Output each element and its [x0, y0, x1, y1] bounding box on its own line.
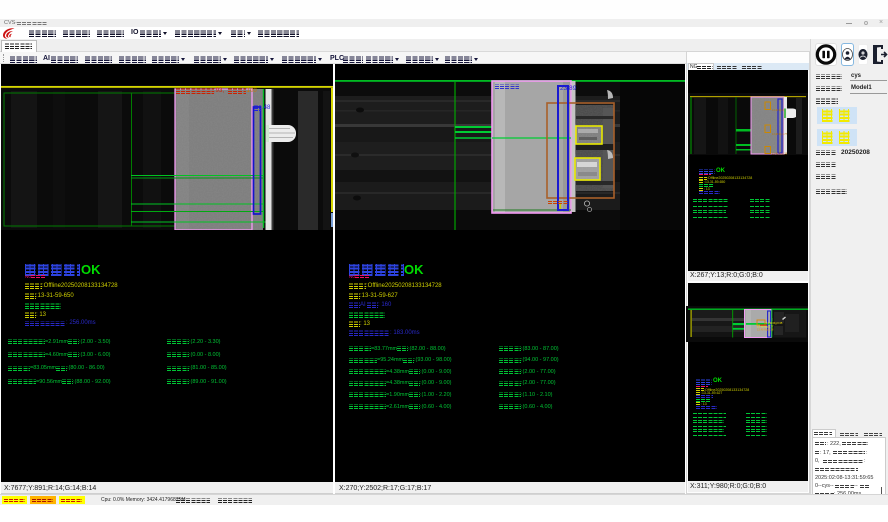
svg-text:13.40 Rg:0.38: 13.40 Rg:0.38: [772, 153, 788, 156]
svg-text:13.40 Rg:0.38: 13.40 Rg:0.38: [757, 328, 774, 332]
svg-text:13.40 Rg:0.35: 13.40 Rg:0.35: [766, 321, 783, 325]
svg-text:13.48 Rg:1.77: 13.48 Rg:1.77: [772, 133, 788, 136]
